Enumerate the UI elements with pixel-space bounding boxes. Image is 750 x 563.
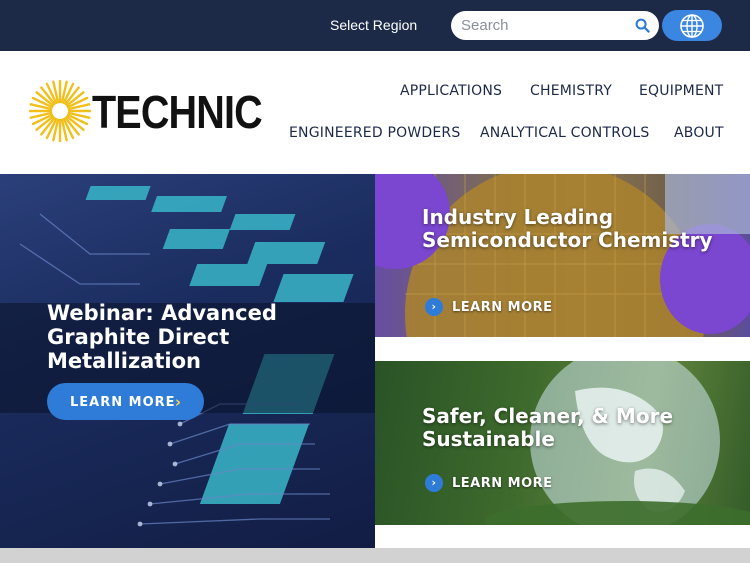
tile-sustainable[interactable]: Safer, Cleaner, & More Sustainable › LEA… <box>375 361 750 525</box>
hero-title: Webinar: Advanced Graphite Direct Metall… <box>47 301 277 373</box>
search-box[interactable] <box>451 11 659 40</box>
globe-icon <box>680 14 704 38</box>
footer-strip <box>0 548 750 563</box>
nav-applications[interactable]: APPLICATIONS <box>400 83 502 99</box>
nav-equipment[interactable]: EQUIPMENT <box>639 83 723 99</box>
technic-logo[interactable]: TECHNIC <box>29 80 263 144</box>
hero-cta-label: LEARN MORE <box>70 395 176 410</box>
search-input[interactable] <box>461 15 631 36</box>
tile-semiconductor-learn-more[interactable]: › LEARN MORE <box>425 298 553 316</box>
tile-divider <box>375 337 750 361</box>
learn-more-label: LEARN MORE <box>452 299 553 315</box>
chevron-circle-icon: › <box>425 474 443 492</box>
sunburst-icon <box>29 80 91 142</box>
logo-wordmark: TECHNIC <box>92 86 263 138</box>
chevron-right-icon: › <box>174 393 182 411</box>
hero-webinar-banner[interactable]: Webinar: Advanced Graphite Direct Metall… <box>0 174 375 548</box>
region-globe-button[interactable] <box>662 10 722 41</box>
nav-engineered-powders[interactable]: ENGINEERED POWDERS <box>289 125 460 141</box>
tile-semiconductor[interactable]: Industry Leading Semiconductor Chemistry… <box>375 174 750 337</box>
hero-learn-more-button[interactable]: LEARN MORE › <box>47 383 204 420</box>
learn-more-label: LEARN MORE <box>452 475 553 491</box>
select-region-link[interactable]: Select Region <box>330 17 417 33</box>
chevron-circle-icon: › <box>425 298 443 316</box>
nav-analytical-controls[interactable]: ANALYTICAL CONTROLS <box>480 125 649 141</box>
nav-about[interactable]: ABOUT <box>674 125 724 141</box>
tile-bottom-spacer <box>375 525 750 548</box>
search-icon[interactable] <box>635 18 650 33</box>
tile-semiconductor-title: Industry Leading Semiconductor Chemistry <box>422 205 713 252</box>
tile-sustainable-learn-more[interactable]: › LEARN MORE <box>425 474 553 492</box>
nav-chemistry[interactable]: CHEMISTRY <box>530 83 612 99</box>
top-utility-bar: Select Region <box>0 0 750 51</box>
tile-sustainable-title: Safer, Cleaner, & More Sustainable <box>422 404 674 451</box>
